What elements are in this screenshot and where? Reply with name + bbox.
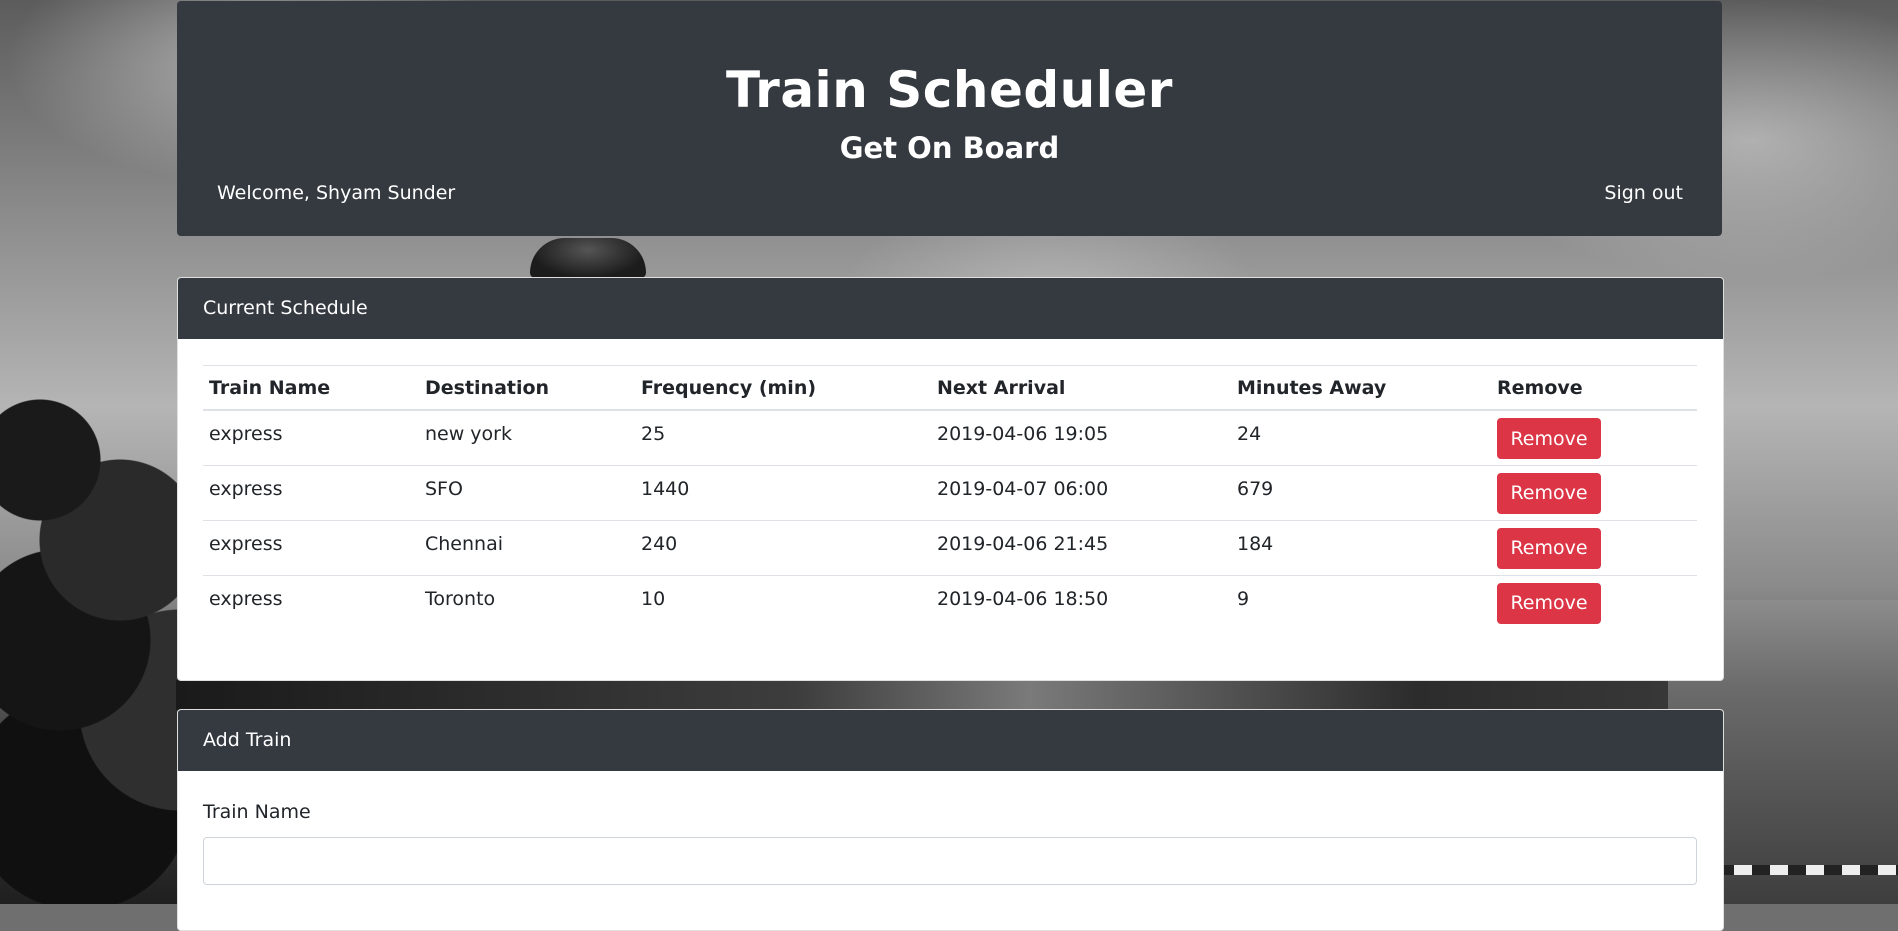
remove-button[interactable]: Remove: [1497, 472, 1601, 514]
table-row: express Chennai 240 2019-04-06 21:45 184…: [203, 520, 1697, 576]
page-title: Train Scheduler: [726, 61, 1173, 119]
cell-next-arrival: 2019-04-06 19:05: [931, 410, 1231, 466]
column-header-remove: Remove: [1491, 365, 1697, 411]
column-header-destination: Destination: [419, 365, 635, 411]
page-subtitle: Get On Board: [839, 131, 1060, 165]
train-name-input[interactable]: [203, 837, 1697, 885]
column-header-train-name: Train Name: [203, 365, 419, 411]
table-row: express SFO 1440 2019-04-07 06:00 679 Re…: [203, 465, 1697, 521]
add-train-header: Add Train: [178, 710, 1723, 771]
welcome-text: Welcome, Shyam Sunder: [217, 182, 456, 204]
sign-out-link[interactable]: Sign out: [1604, 182, 1683, 204]
remove-button[interactable]: Remove: [1497, 527, 1601, 569]
train-name-label: Train Name: [203, 801, 311, 823]
cell-minutes-away: 9: [1237, 587, 1250, 610]
cell-train-name: express: [203, 520, 419, 576]
cell-train-name: express: [209, 587, 283, 610]
cell-frequency: 240: [635, 520, 931, 576]
schedule-table: Train Name Destination Frequency (min) N…: [203, 365, 1697, 630]
current-schedule-header: Current Schedule: [178, 278, 1723, 339]
cell-minutes-away: 184: [1231, 520, 1491, 576]
table-header-row: Train Name Destination Frequency (min) N…: [203, 365, 1697, 411]
cell-next-arrival: 2019-04-06 21:45: [931, 520, 1231, 576]
column-header-next-arrival: Next Arrival: [931, 365, 1231, 411]
table-row: express Toronto 10 2019-04-06 18:50 9 Re…: [203, 575, 1697, 630]
cell-frequency: 10: [641, 587, 666, 610]
page-header: Train Scheduler Get On Board Welcome, Sh…: [177, 1, 1722, 236]
remove-button[interactable]: Remove: [1497, 418, 1601, 459]
cell-destination: Toronto: [425, 587, 496, 610]
cell-remove: Remove: [1491, 410, 1697, 466]
cell-destination: new york: [419, 410, 635, 466]
cell-train-name: express: [203, 410, 419, 466]
remove-button[interactable]: Remove: [1497, 582, 1601, 624]
cell-frequency: 25: [635, 410, 931, 466]
cell-remove: Remove: [1491, 465, 1697, 521]
cell-remove: Remove: [1491, 575, 1697, 630]
column-header-minutes-away: Minutes Away: [1231, 365, 1491, 411]
cell-destination: SFO: [419, 465, 635, 521]
background-locomotive: [176, 680, 1726, 710]
cell-remove: Remove: [1491, 520, 1697, 576]
cell-minutes-away: 24: [1231, 410, 1491, 466]
background-locomotive-chimney: [530, 238, 646, 278]
add-train-card: Add Train Train Name: [177, 709, 1724, 931]
cell-minutes-away: 679: [1231, 465, 1491, 521]
cell-destination: Chennai: [419, 520, 635, 576]
column-header-frequency: Frequency (min): [635, 365, 931, 411]
cell-next-arrival: 2019-04-07 06:00: [931, 465, 1231, 521]
cell-next-arrival: 2019-04-06 18:50: [937, 587, 1109, 610]
table-row: express new york 25 2019-04-06 19:05 24 …: [203, 410, 1697, 466]
cell-frequency: 1440: [635, 465, 931, 521]
cell-train-name: express: [203, 465, 419, 521]
current-schedule-card: Current Schedule Train Name Destination …: [177, 277, 1724, 681]
